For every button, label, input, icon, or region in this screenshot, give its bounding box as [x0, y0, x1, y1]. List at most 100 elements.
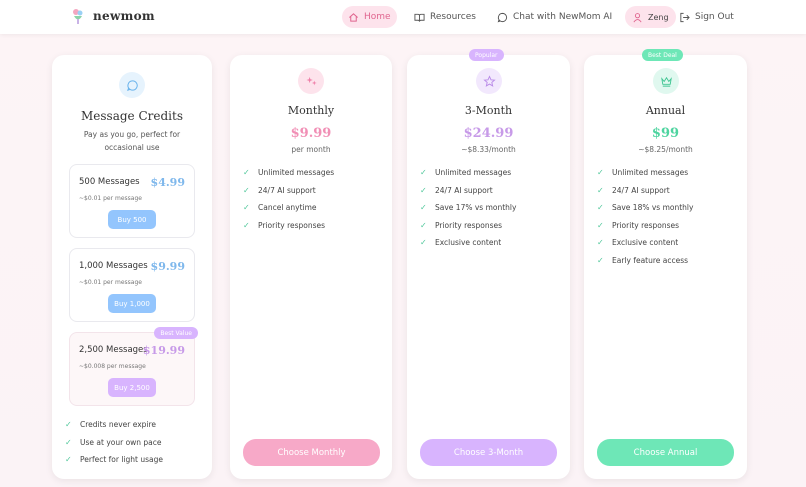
- sign-out-label: Sign Out: [695, 12, 734, 22]
- plan-period: per month: [291, 145, 331, 154]
- pack-name: 500 Messages: [79, 177, 140, 187]
- pack-price: $9.99: [150, 260, 185, 273]
- plan-card-annual: Best Deal Annual $99 ~$8.25/month ✓ Unlim…: [584, 49, 747, 479]
- pack-price: $4.99: [150, 176, 185, 189]
- feature-item: ✓ Use at your own pace: [65, 434, 205, 452]
- nav-resources[interactable]: Resources: [414, 6, 476, 28]
- feature-text: Exclusive content: [435, 238, 502, 248]
- nav-chat[interactable]: Chat with NewMom AI: [497, 6, 612, 28]
- feature-text: 24/7 AI support: [612, 185, 670, 195]
- logo-icon[interactable]: [70, 7, 86, 25]
- feature-text: Use at your own pace: [80, 437, 162, 447]
- user-name: Zeng: [648, 12, 669, 22]
- feature-text: Priority responses: [435, 220, 503, 230]
- feature-item: ✓ Credits never expire: [65, 416, 205, 434]
- plan-price: $9.99: [290, 126, 332, 141]
- check-icon: ✓: [420, 238, 427, 248]
- feature-text: Unlimited messages: [258, 168, 335, 178]
- chat-bubble-icon: [119, 72, 145, 98]
- feature-item: ✓ Unlimited messages: [243, 164, 383, 182]
- pack-per-message: ~$0.008 per message: [79, 363, 146, 370]
- check-icon: ✓: [597, 255, 604, 265]
- buy-500-button[interactable]: Buy 500: [108, 210, 156, 229]
- feature-text: Save 18% vs monthly: [612, 203, 694, 213]
- check-icon: ✓: [65, 437, 72, 447]
- crown-icon: [653, 68, 679, 94]
- plan-feature-list: ✓ Unlimited messages ✓ 24/7 AI support ✓ Sa…: [420, 164, 560, 252]
- star-icon: [476, 68, 502, 94]
- plan-price: $99: [651, 126, 680, 141]
- credits-feature-list: ✓ Credits never expire ✓ Use at your own p…: [65, 416, 205, 469]
- choose-annual-button[interactable]: Choose Annual: [597, 439, 734, 466]
- book-icon: [414, 13, 425, 22]
- brand-name[interactable]: newmom: [93, 9, 155, 23]
- pack-price: $19.99: [142, 344, 185, 357]
- feature-item: ✓ 24/7 AI support: [420, 182, 560, 200]
- popular-badge: Popular: [469, 49, 504, 61]
- check-icon: ✓: [65, 420, 72, 430]
- sign-out-button[interactable]: Sign Out: [679, 6, 734, 28]
- check-icon: ✓: [597, 168, 604, 178]
- feature-text: 24/7 AI support: [258, 185, 316, 195]
- nav-chat-label: Chat with NewMom AI: [513, 12, 613, 22]
- check-icon: ✓: [243, 185, 250, 195]
- check-icon: ✓: [420, 185, 427, 195]
- choose-monthly-button[interactable]: Choose Monthly: [243, 439, 380, 466]
- top-nav-bar: newmom Home Resources Chat with NewMom A…: [0, 0, 806, 34]
- feature-item: ✓ Exclusive content: [420, 234, 560, 252]
- plan-title: 3-Month: [464, 104, 513, 117]
- feature-text: Unlimited messages: [612, 168, 689, 178]
- nav-home-label: Home: [364, 12, 391, 22]
- nav-resources-label: Resources: [430, 12, 476, 22]
- plan-feature-list: ✓ Unlimited messages ✓ 24/7 AI support ✓ Ca…: [243, 164, 383, 234]
- feature-item: ✓ Unlimited messages: [597, 164, 737, 182]
- feature-item: ✓ 24/7 AI support: [243, 182, 383, 200]
- buy-1000-button[interactable]: Buy 1,000: [108, 294, 156, 313]
- check-icon: ✓: [420, 220, 427, 230]
- credits-title: Message Credits: [81, 109, 183, 123]
- feature-text: Perfect for light usage: [80, 455, 163, 465]
- feature-item: ✓ Cancel anytime: [243, 199, 383, 217]
- check-icon: ✓: [65, 455, 72, 465]
- plan-title: Monthly: [287, 104, 335, 117]
- feature-item: ✓ Early feature access: [597, 252, 737, 270]
- feature-item: ✓ Priority responses: [243, 217, 383, 235]
- feature-text: Credits never expire: [80, 420, 157, 430]
- check-icon: ✓: [420, 168, 427, 178]
- pack-per-message: ~$0.01 per message: [79, 195, 142, 202]
- chat-icon: [497, 12, 508, 22]
- credit-pack-2500: Best Value 2,500 Messages $19.99 ~$0.008…: [69, 327, 198, 406]
- credits-description: Pay as you go, perfect for occasional us…: [83, 130, 181, 152]
- feature-text: Priority responses: [258, 220, 326, 230]
- plan-title: Annual: [645, 104, 686, 117]
- plan-card-monthly: Monthly $9.99 per month ✓ Unlimited messa…: [230, 55, 392, 479]
- user-icon: [633, 12, 642, 22]
- check-icon: ✓: [420, 203, 427, 213]
- feature-item: ✓ Priority responses: [597, 217, 737, 235]
- feature-text: Cancel anytime: [258, 203, 317, 213]
- feature-text: Exclusive content: [612, 238, 679, 248]
- plan-price: $24.99: [463, 126, 514, 141]
- feature-item: ✓ Unlimited messages: [420, 164, 560, 182]
- check-icon: ✓: [243, 168, 250, 178]
- plan-feature-list: ✓ Unlimited messages ✓ 24/7 AI support ✓ Sa…: [597, 164, 737, 269]
- choose-3-month-button[interactable]: Choose 3-Month: [420, 439, 557, 466]
- feature-text: 24/7 AI support: [435, 185, 493, 195]
- user-menu[interactable]: Zeng: [625, 6, 676, 28]
- pack-name: 2,500 Messages: [79, 345, 148, 355]
- buy-2500-button[interactable]: Buy 2,500: [108, 378, 156, 397]
- check-icon: ✓: [597, 238, 604, 248]
- feature-text: Early feature access: [612, 255, 689, 265]
- message-credits-card: Message Credits Pay as you go, perfect f…: [52, 55, 212, 479]
- check-icon: ✓: [243, 203, 250, 213]
- feature-item: ✓ Priority responses: [420, 217, 560, 235]
- credit-pack-500: 500 Messages $4.99 ~$0.01 per message Bu…: [69, 164, 195, 238]
- best-value-badge: Best Value: [154, 327, 198, 339]
- feature-item: ✓ Exclusive content: [597, 234, 737, 252]
- nav-home[interactable]: Home: [342, 6, 397, 28]
- plan-period: ~$8.25/month: [638, 145, 693, 154]
- check-icon: ✓: [243, 220, 250, 230]
- sign-out-icon: [680, 12, 690, 22]
- feature-text: Save 17% vs monthly: [435, 203, 517, 213]
- sparkle-icon: [298, 68, 324, 94]
